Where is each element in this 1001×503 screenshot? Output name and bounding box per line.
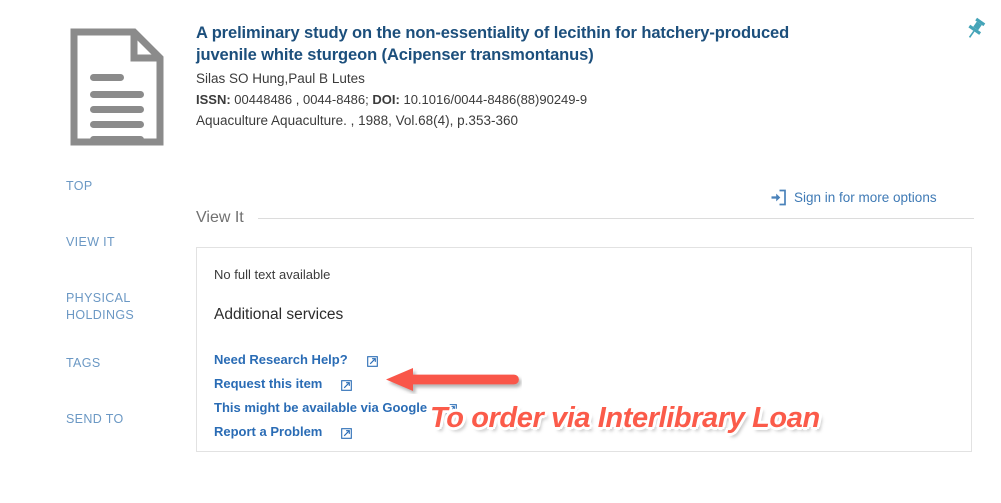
sidebar-item-physical-holdings[interactable]: PHYSICAL HOLDINGS (0, 290, 176, 324)
external-link-icon (341, 426, 353, 439)
view-it-heading-row: View It (196, 209, 974, 227)
document-icon (70, 28, 164, 146)
service-link-label: Need Research Help? (214, 351, 348, 367)
external-link-icon (341, 378, 353, 391)
external-link-icon (446, 402, 457, 415)
service-link-google[interactable]: This might be available via Google (214, 397, 457, 417)
service-link-request-this-item[interactable]: Request this item (214, 373, 353, 393)
sidebar-item-send-to[interactable]: SEND TO (0, 411, 176, 428)
sidebar-item-tags[interactable]: TAGS (0, 355, 176, 372)
record-title[interactable]: A preliminary study on the non-essential… (196, 22, 796, 66)
service-link-label: This might be available via Google (214, 399, 428, 415)
service-links-list: Need Research Help? Request this item Th… (214, 349, 954, 445)
service-link-label: Report a Problem (214, 423, 323, 439)
service-link-need-research-help[interactable]: Need Research Help? (214, 349, 378, 369)
sign-in-link[interactable]: Sign in for more options (770, 189, 937, 206)
record-identifiers: ISSN: 00448486 , 0044-8486; DOI: 10.1016… (196, 90, 796, 110)
sidebar-item-view-it[interactable]: VIEW IT (0, 234, 176, 251)
record-header: A preliminary study on the non-essential… (0, 0, 1001, 165)
external-link-icon (366, 354, 378, 367)
no-fulltext-status: No full text available (214, 267, 331, 282)
service-link-report-a-problem[interactable]: Report a Problem (214, 421, 353, 441)
issn-value: 00448486 , 0044-8486; (234, 92, 369, 107)
sidebar-item-top[interactable]: TOP (0, 178, 176, 195)
service-link-label: Request this item (214, 375, 323, 391)
section-nav: TOP VIEW IT PHYSICAL HOLDINGS TAGS SEND … (0, 178, 180, 428)
record-source: Aquaculture Aquaculture. , 1988, Vol.68(… (196, 113, 518, 128)
view-it-heading: View It (196, 209, 244, 226)
doi-label: DOI: (372, 92, 400, 107)
record-authors: Silas SO Hung,Paul B Lutes (196, 71, 365, 86)
sign-in-label: Sign in for more options (794, 190, 937, 205)
pin-icon[interactable] (963, 17, 989, 43)
additional-services-heading: Additional services (214, 306, 344, 323)
section-divider (257, 217, 974, 219)
issn-label: ISSN: (196, 92, 231, 107)
view-it-card: No full text available Additional servic… (196, 247, 972, 452)
doi-value: 10.1016/0044-8486(88)90249-9 (403, 92, 588, 107)
sign-in-icon (770, 189, 787, 206)
record-metadata: A preliminary study on the non-essential… (196, 22, 796, 131)
